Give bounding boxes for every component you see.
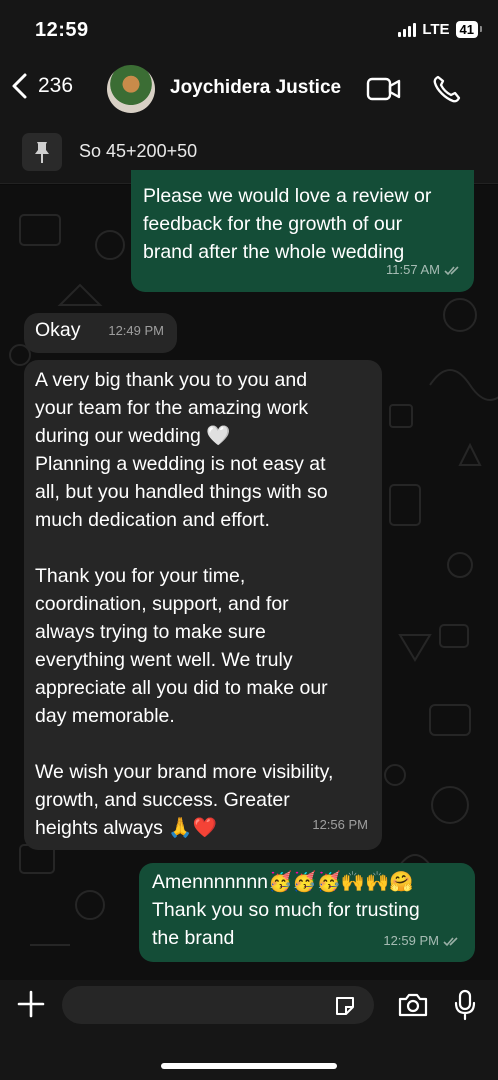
message-bubble-incoming[interactable]: A very big thank you to you and your tea… <box>24 360 382 850</box>
message-meta: 12:59 PM <box>383 927 461 955</box>
pin-icon-container <box>22 133 62 171</box>
contact-name[interactable]: Joychidera Justice <box>170 77 341 99</box>
status-bar: 12:59 LTE 41 <box>0 0 498 60</box>
network-type: LTE <box>422 21 450 38</box>
double-check-icon <box>443 936 458 946</box>
microphone-icon <box>454 989 476 1021</box>
composer-bar <box>0 980 498 1080</box>
message-text: Please we would love a review or feedbac… <box>143 185 432 263</box>
chevron-left-icon <box>12 73 27 99</box>
message-bubble-outgoing[interactable]: Please we would love a review or feedbac… <box>131 170 474 292</box>
message-time: 11:57 AM <box>386 262 440 277</box>
back-button[interactable]: 236 <box>10 72 73 100</box>
home-indicator <box>161 1063 337 1069</box>
video-camera-icon <box>366 77 401 101</box>
chat-header: 236 Joychidera Justice <box>0 60 498 120</box>
sticker-icon <box>336 997 354 1015</box>
video-call-button[interactable] <box>366 76 402 107</box>
status-indicators: LTE 41 <box>398 21 483 38</box>
pin-icon <box>35 142 49 163</box>
microphone-button[interactable] <box>453 989 477 1026</box>
message-text: A very big thank you to you and your tea… <box>35 369 334 839</box>
message-input[interactable] <box>62 986 374 1024</box>
status-time: 12:59 <box>35 19 89 41</box>
pinned-message-text: So 45+200+50 <box>79 141 198 161</box>
avatar[interactable] <box>107 65 155 113</box>
camera-icon <box>398 993 428 1017</box>
attach-button[interactable] <box>16 989 46 1024</box>
message-bubble-incoming[interactable]: Okay 12:49 PM <box>24 313 177 353</box>
signal-icon <box>398 22 417 37</box>
double-check-icon <box>444 265 459 275</box>
plus-icon <box>17 990 45 1018</box>
camera-button[interactable] <box>397 992 429 1023</box>
message-time: 12:49 PM <box>108 323 164 338</box>
voice-call-button[interactable] <box>431 73 463 110</box>
message-time: 12:59 PM <box>383 933 439 948</box>
message-time: 12:56 PM <box>312 817 368 832</box>
message-text: Okay <box>35 319 81 341</box>
message-meta: 11:57 AM <box>386 256 462 284</box>
battery-icon: 41 <box>455 21 483 38</box>
sticker-button[interactable] <box>333 994 357 1023</box>
unread-count: 236 <box>38 74 74 97</box>
phone-icon <box>433 75 461 103</box>
message-bubble-outgoing[interactable]: Amennnnnnn🥳🥳🥳🙌🙌🤗 Thank you so much for t… <box>139 863 475 962</box>
